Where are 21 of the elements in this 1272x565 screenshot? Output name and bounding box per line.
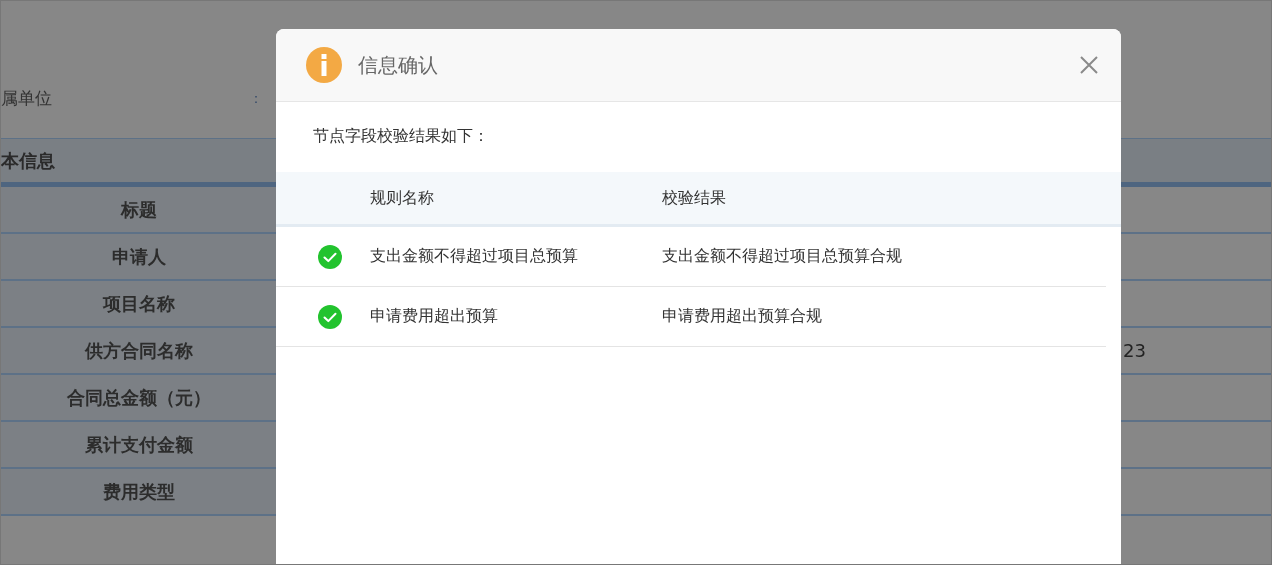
dialog-title: 信息确认 [358,51,439,79]
column-header: 规则名称 [370,187,435,209]
section-title: 本信息 [1,148,55,173]
field-label: 申请人 [1,234,276,279]
field-label: 项目名称 [1,281,276,326]
field-label: 合同总金额（元） [1,375,276,420]
dialog-message: 节点字段校验结果如下： [312,125,490,147]
field-label: 属单位 [1,87,53,110]
info-icon [306,47,342,83]
separator-text: ： [249,89,263,108]
table-cell-text: 申请费用超出预算 [370,306,499,327]
field-label: 标题 [1,187,276,232]
field-value: 23 [1123,339,1147,363]
field-label: 费用类型 [1,469,276,514]
table-cell-text: 支出金额不得超过项目总预算合规 [662,246,903,267]
column-header: 校验结果 [662,187,727,209]
field-label: 供方合同名称 [1,328,276,373]
table-cell-text: 支出金额不得超过项目总预算 [370,246,579,267]
close-button[interactable] [1079,55,1099,75]
field-label: 累计支付金额 [1,422,276,467]
table-cell-text: 申请费用超出预算合规 [662,306,823,327]
